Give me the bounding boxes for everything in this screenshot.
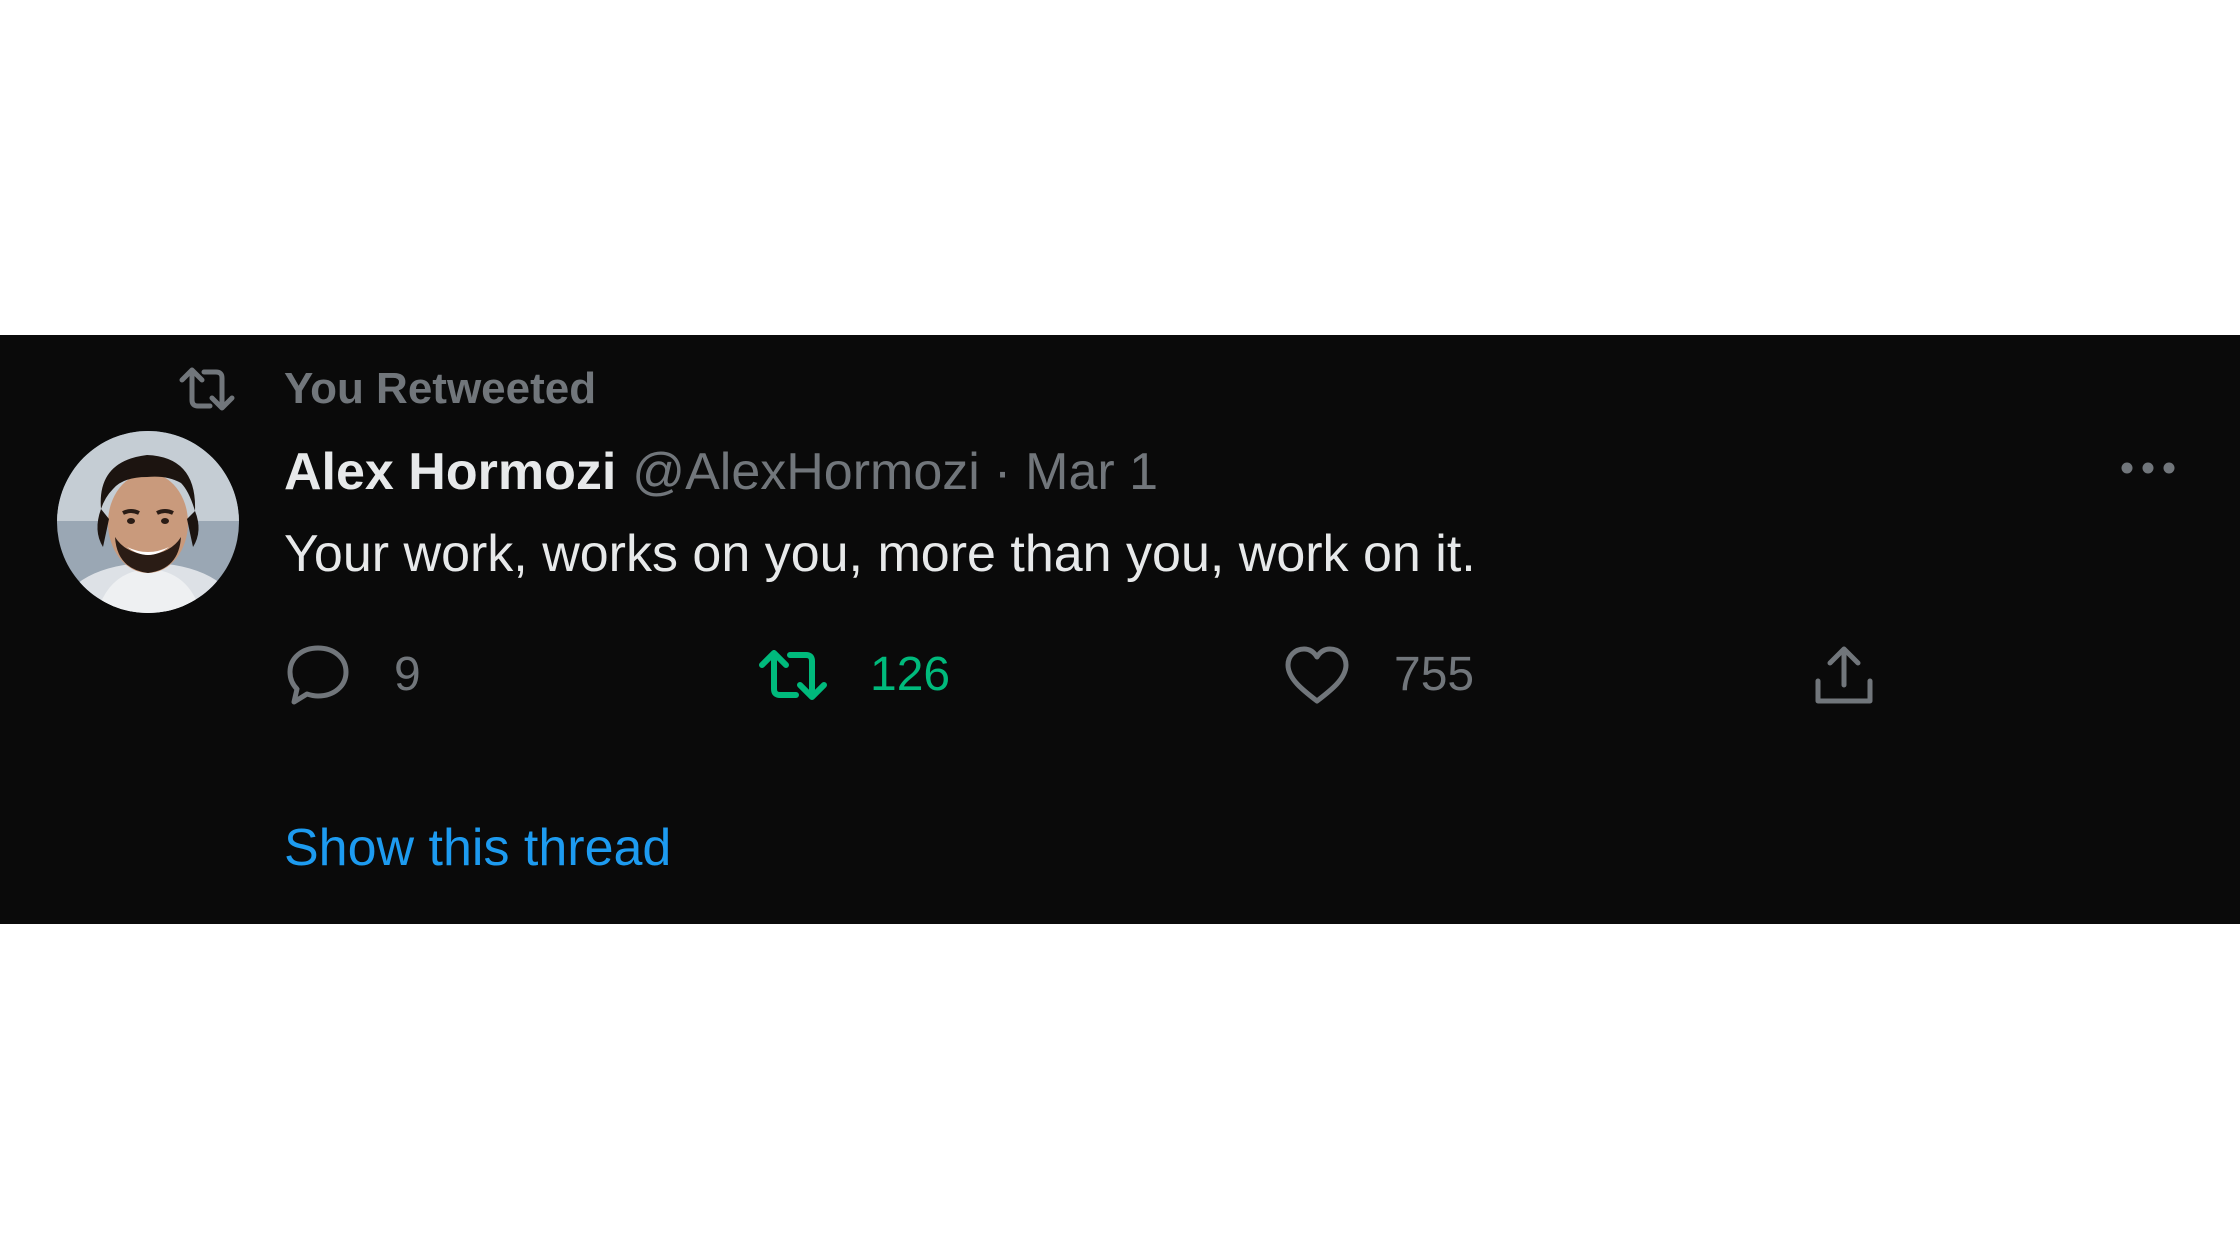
tweet-card[interactable]: You Retweeted Alex Hormozi @AlexHormozi … — [0, 335, 2240, 924]
share-icon — [1815, 646, 1873, 704]
retweet-icon — [179, 367, 235, 411]
author-name[interactable]: Alex Hormozi — [284, 437, 616, 507]
like-count: 755 — [1394, 648, 1475, 701]
retweet-button[interactable]: 126 — [756, 635, 950, 715]
reply-button[interactable]: 9 — [286, 635, 421, 715]
like-button[interactable]: 755 — [1284, 635, 1474, 715]
separator-dot: · — [993, 443, 1012, 501]
avatar[interactable] — [57, 431, 239, 613]
social-context: You Retweeted — [176, 361, 596, 417]
share-button[interactable] — [1812, 635, 1876, 715]
reply-count: 9 — [394, 648, 421, 701]
tweet-header: Alex Hormozi @AlexHormozi · Mar 1 — [284, 437, 1158, 507]
retweet-count: 126 — [870, 648, 951, 701]
tweet-text: Your work, works on you, more than you, … — [284, 525, 1476, 583]
tweet-timestamp[interactable]: Mar 1 — [1025, 437, 1158, 507]
tweet-actions: 9 126 755 — [0, 635, 2240, 715]
social-context-label: You Retweeted — [284, 364, 597, 413]
more-options-button[interactable] — [2118, 453, 2178, 483]
more-dots-icon — [2121, 462, 2175, 474]
retweet-icon — [759, 650, 827, 700]
author-handle[interactable]: @AlexHormozi — [632, 437, 980, 507]
show-thread-link[interactable]: Show this thread — [284, 813, 671, 883]
reply-icon — [287, 645, 349, 705]
heart-icon — [1285, 646, 1349, 704]
